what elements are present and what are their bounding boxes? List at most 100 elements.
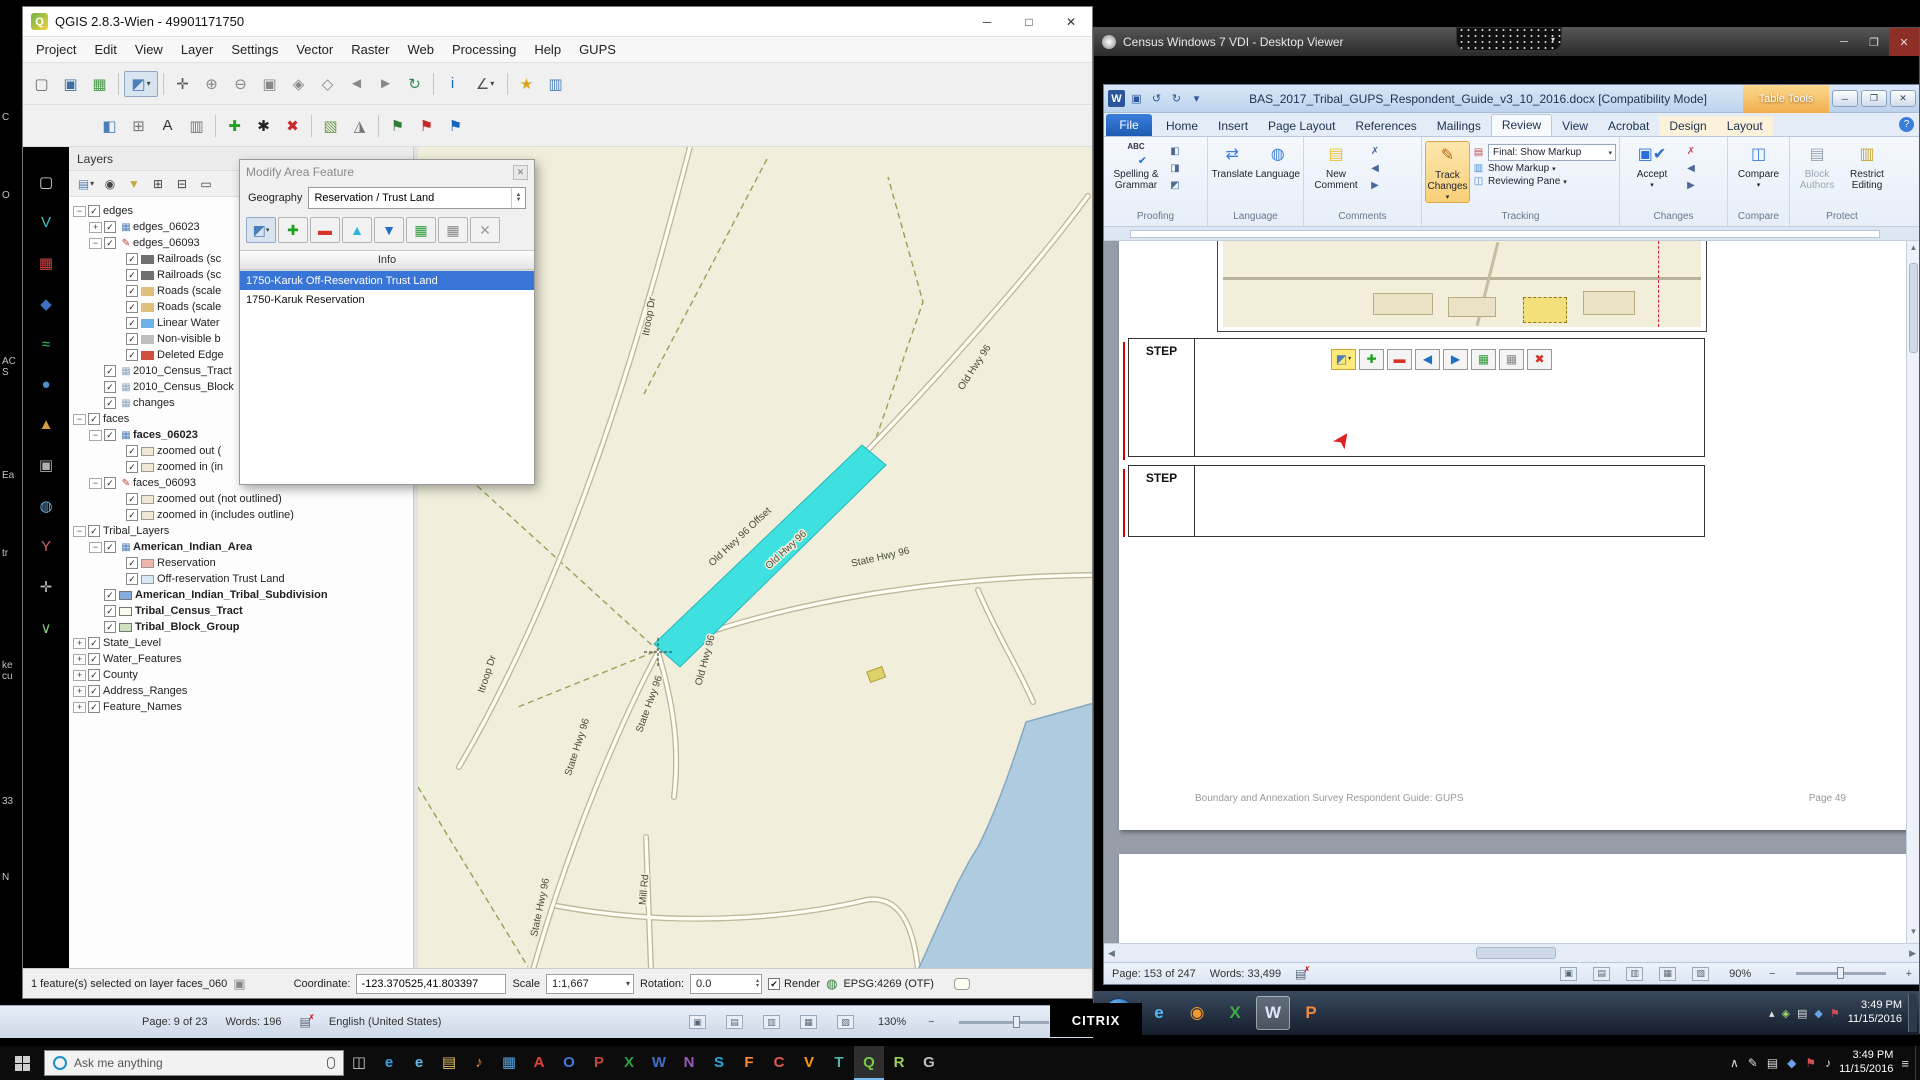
minimize-button[interactable]: ─ bbox=[1832, 90, 1858, 107]
restrict-editing-button[interactable]: ▥ Restrict Editing bbox=[1843, 141, 1891, 191]
ruler[interactable] bbox=[1104, 227, 1919, 241]
help-icon[interactable]: ? bbox=[1899, 117, 1914, 132]
layer-checkbox[interactable]: ✓ bbox=[104, 589, 116, 601]
web-layout-view-icon[interactable]: ▥ bbox=[763, 1015, 780, 1029]
layer-checkbox[interactable]: ✓ bbox=[104, 477, 116, 489]
toolbar-icon[interactable]: ◩▾ bbox=[124, 71, 158, 97]
clock[interactable]: 3:49 PM11/15/2016 bbox=[1839, 1049, 1893, 1077]
undo-icon[interactable]: ↺ bbox=[1148, 90, 1165, 107]
ribbon-tab[interactable]: Mailings bbox=[1427, 116, 1491, 136]
layer-checkbox[interactable]: ✓ bbox=[126, 285, 138, 297]
toolbar-icon[interactable]: ▾ bbox=[118, 73, 119, 95]
taskbar-app-icon[interactable]: ▤ bbox=[434, 1046, 464, 1080]
expander-icon[interactable]: − bbox=[89, 542, 102, 553]
menu-item[interactable]: Web bbox=[399, 42, 444, 57]
layer-label[interactable]: Roads (scale bbox=[157, 301, 221, 313]
desktop-icon[interactable]: ▦ bbox=[39, 254, 53, 272]
toolbar-icon[interactable]: ✛▾ bbox=[169, 71, 196, 97]
zoom-slider-thumb[interactable] bbox=[1837, 967, 1844, 979]
dialog-close-icon[interactable]: ✕ bbox=[513, 165, 528, 180]
layer-tree-row[interactable]: ✓ Off-reservation Trust Land bbox=[69, 571, 413, 587]
proofing-status-icon[interactable]: ▤✗ bbox=[300, 1015, 311, 1029]
outline-view-icon[interactable]: ▦ bbox=[1659, 967, 1676, 981]
layer-checkbox[interactable]: ✓ bbox=[104, 237, 116, 249]
layer-label[interactable]: Tribal_Census_Tract bbox=[135, 605, 243, 617]
layer-checkbox[interactable]: ✓ bbox=[88, 669, 100, 681]
desktop-icon[interactable]: V bbox=[41, 214, 51, 231]
toolbar-icon[interactable]: ▾ bbox=[311, 115, 312, 137]
desktop-icon[interactable]: ≈ bbox=[42, 336, 50, 353]
show-markup-button[interactable]: ▥Show Markup▾ bbox=[1472, 163, 1616, 174]
layer-tree-row[interactable]: ✓ American_Indian_Tribal_Subdivision bbox=[69, 587, 413, 603]
layer-label[interactable]: edges_06093 bbox=[133, 237, 200, 249]
layer-label[interactable]: Roads (scale bbox=[157, 285, 221, 297]
list-item[interactable]: 1750-Karuk Reservation bbox=[240, 290, 534, 309]
taskbar-app-icon[interactable]: R bbox=[884, 1046, 914, 1080]
scroll-right-icon[interactable]: ▶ bbox=[1909, 948, 1916, 959]
dialog-tool-icon[interactable]: ▦▾ bbox=[406, 217, 436, 243]
print-layout-view-icon[interactable]: ▣ bbox=[1560, 967, 1577, 981]
panel-tool-icon[interactable]: ▼▾ bbox=[124, 174, 144, 194]
coordinate-input[interactable] bbox=[356, 974, 506, 994]
layer-label[interactable]: Non-visible b bbox=[157, 333, 221, 345]
menu-item[interactable]: Vector bbox=[287, 42, 342, 57]
toolbar-icon[interactable]: ✚▾ bbox=[221, 113, 248, 139]
expander-icon[interactable]: + bbox=[73, 702, 86, 713]
toolbar-icon[interactable]: ▧▾ bbox=[317, 113, 344, 139]
desktop-icon[interactable]: ● bbox=[41, 376, 50, 393]
tray-icon[interactable]: ▤ bbox=[1767, 1056, 1778, 1070]
taskbar-app-icon[interactable]: X bbox=[614, 1046, 644, 1080]
layer-label[interactable]: zoomed in (in bbox=[157, 461, 223, 473]
document-area[interactable]: STEP ◩▾✚▾▬▾◀▾▶▾▦▾▦▾✖▾ bbox=[1104, 241, 1919, 943]
toolbar-icon[interactable]: i▾ bbox=[439, 71, 466, 97]
expander-icon[interactable]: − bbox=[73, 414, 86, 425]
expander-icon[interactable]: + bbox=[73, 670, 86, 681]
panel-tool-icon[interactable]: ⊟▾ bbox=[172, 174, 192, 194]
translate-button[interactable]: ⇄ Translate bbox=[1211, 141, 1254, 180]
layer-label[interactable]: changes bbox=[133, 397, 175, 409]
proofing-status-icon[interactable]: ▤✗ bbox=[1295, 967, 1306, 981]
zoom-out-icon[interactable]: − bbox=[1769, 968, 1775, 980]
layer-checkbox[interactable]: ✓ bbox=[104, 541, 116, 553]
toolbar-icon[interactable]: ▥▾ bbox=[183, 113, 210, 139]
layer-checkbox[interactable]: ✓ bbox=[104, 381, 116, 393]
layer-label[interactable]: faces_06023 bbox=[133, 429, 198, 441]
previous-comment-icon[interactable]: ◀ bbox=[1367, 161, 1383, 176]
accept-button[interactable]: ▣✔ Accept ▾ bbox=[1623, 141, 1681, 190]
ribbon-tab[interactable]: Acrobat bbox=[1598, 116, 1659, 136]
maximize-button[interactable]: □ bbox=[1008, 7, 1050, 37]
menu-item[interactable]: Raster bbox=[342, 42, 398, 57]
action-center-icon[interactable]: ≡ bbox=[1901, 1056, 1909, 1071]
taskbar-app-icon[interactable]: ◉ bbox=[1180, 996, 1214, 1030]
layer-tree-row[interactable]: + ✓ Feature_Names bbox=[69, 699, 413, 715]
layer-label[interactable]: zoomed out (not outlined) bbox=[157, 493, 282, 505]
expander-icon[interactable]: − bbox=[89, 238, 102, 249]
taskbar-app-icon[interactable]: e bbox=[374, 1046, 404, 1080]
layer-label[interactable]: edges_06023 bbox=[133, 221, 200, 233]
taskbar-app-icon[interactable]: ♪ bbox=[464, 1046, 494, 1080]
layer-label[interactable]: faces_06093 bbox=[133, 477, 196, 489]
track-changes-button[interactable]: ✎ Track Changes ▾ bbox=[1425, 141, 1470, 203]
tray-icon[interactable]: ∧ bbox=[1730, 1056, 1739, 1070]
print-layout-view-icon[interactable]: ▣ bbox=[689, 1015, 706, 1029]
expander-icon[interactable]: − bbox=[89, 478, 102, 489]
delete-comment-icon[interactable]: ✗ bbox=[1367, 144, 1383, 159]
layer-checkbox[interactable]: ✓ bbox=[126, 301, 138, 313]
toolbar-icon[interactable]: ⚑▾ bbox=[384, 113, 411, 139]
taskbar-app-icon[interactable]: Q bbox=[854, 1046, 884, 1080]
toolbar-icon[interactable]: ▾ bbox=[378, 115, 379, 137]
layer-tree-row[interactable]: + ✓ Address_Ranges bbox=[69, 683, 413, 699]
spelling-grammar-button[interactable]: ABC✔ Spelling & Grammar bbox=[1107, 141, 1165, 191]
expander-icon[interactable]: + bbox=[73, 686, 86, 697]
info-column-header[interactable]: Info bbox=[240, 250, 534, 270]
dialog-tool-icon[interactable]: ▼▾ bbox=[374, 217, 404, 243]
layer-label[interactable]: American_Indian_Area bbox=[133, 541, 252, 553]
close-button[interactable]: ✕ bbox=[1890, 90, 1916, 107]
next-comment-icon[interactable]: ▶ bbox=[1367, 178, 1383, 193]
toolbar-icon[interactable]: ▥▾ bbox=[542, 71, 569, 97]
layer-tree-row[interactable]: ✓ Tribal_Census_Tract bbox=[69, 603, 413, 619]
layer-checkbox[interactable]: ✓ bbox=[104, 429, 116, 441]
tray-icon[interactable]: ♪ bbox=[1825, 1056, 1831, 1070]
toolbar-icon[interactable]: ◮▾ bbox=[346, 113, 373, 139]
layer-checkbox[interactable]: ✓ bbox=[104, 621, 116, 633]
